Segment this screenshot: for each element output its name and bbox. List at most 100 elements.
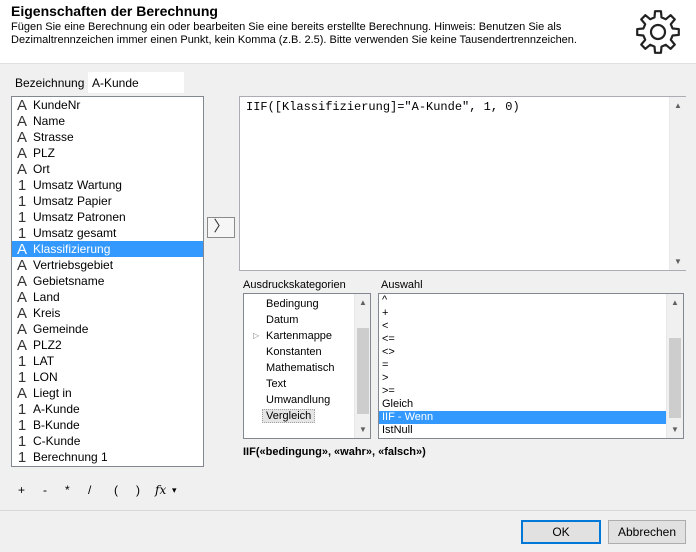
selection-item[interactable]: ^ [379, 294, 683, 307]
number-type-icon: 1 [17, 401, 27, 418]
name-input[interactable] [88, 72, 184, 93]
category-label: Datum [266, 314, 299, 326]
text-type-icon: A [16, 273, 27, 290]
field-item[interactable]: 1 Umsatz Wartung [12, 177, 203, 194]
minus-operator-button[interactable]: - [43, 483, 47, 497]
category-label: Kartenmappe [266, 330, 333, 342]
selection-item[interactable]: > [379, 372, 683, 385]
scroll-down-arrow-icon[interactable]: ▼ [670, 253, 686, 270]
field-item[interactable]: 1 Umsatz gesamt [12, 225, 203, 242]
field-item[interactable]: A Klassifizierung [12, 241, 203, 258]
category-item[interactable]: Umwandlung [244, 392, 370, 408]
close-paren-button[interactable]: ) [136, 483, 140, 497]
category-item[interactable]: Vergleich [244, 408, 370, 424]
field-item[interactable]: A Strasse [12, 129, 203, 146]
selection-scrollbar[interactable]: ▲ ▼ [666, 294, 683, 438]
open-paren-button[interactable]: ( [114, 483, 118, 497]
field-label: LAT [33, 354, 55, 368]
selection-item[interactable]: < [379, 320, 683, 333]
field-item[interactable]: A Vertriebsgebiet [12, 257, 203, 274]
chevron-down-icon[interactable]: ▾ [172, 483, 177, 497]
expression-scrollbar[interactable]: ▲ ▼ [669, 97, 686, 270]
number-type-icon: 1 [17, 353, 27, 370]
selection-item[interactable]: IstNull [379, 424, 683, 437]
field-item[interactable]: 1 Berechnung 1 [12, 449, 203, 466]
selection-item[interactable]: Gleich [379, 398, 683, 411]
text-type-icon: A [16, 129, 27, 146]
selection-item[interactable]: IIF - Wenn [379, 411, 683, 424]
field-item[interactable]: A Liegt in [12, 385, 203, 402]
scroll-up-arrow-icon[interactable]: ▲ [355, 294, 370, 311]
field-item[interactable]: A Gebietsname [12, 273, 203, 290]
category-item[interactable]: Datum [244, 312, 370, 328]
selection-item[interactable]: <> [379, 346, 683, 359]
field-label: C-Kunde [33, 434, 81, 448]
scroll-down-arrow-icon[interactable]: ▼ [667, 421, 683, 438]
field-item[interactable]: 1 LAT [12, 353, 203, 370]
function-menu-button[interactable]: fx [155, 483, 166, 497]
field-list[interactable]: A KundeNr A Name A Strasse A PLZ A Ort 1 Umsatz War… [11, 96, 204, 467]
field-item[interactable]: A PLZ2 [12, 337, 203, 354]
field-item[interactable]: 1 B-Kunde [12, 417, 203, 434]
expression-editor[interactable]: IIF([Klassifizierung]="A-Kunde", 1, 0) ▲… [239, 96, 686, 271]
field-item[interactable]: A Ort [12, 161, 203, 178]
field-item[interactable]: A Kreis [12, 305, 203, 322]
insert-field-button[interactable]: 〉 [207, 217, 235, 238]
scroll-thumb[interactable] [669, 338, 681, 418]
category-scrollbar[interactable]: ▲ ▼ [354, 294, 370, 438]
selection-list[interactable]: ^ + < <= <> = > >= Gleich IIF - Wenn IstNull ▲ ▼ [378, 293, 684, 439]
field-item[interactable]: A Name [12, 113, 203, 130]
field-item[interactable]: 1 LON [12, 369, 203, 386]
selection-item[interactable]: + [379, 307, 683, 320]
field-label: KundeNr [33, 98, 81, 112]
number-type-icon: 1 [17, 417, 27, 434]
category-item[interactable]: Text [244, 376, 370, 392]
text-type-icon: A [16, 385, 27, 402]
plus-operator-button[interactable]: + [18, 483, 25, 497]
field-label: Vertriebsgebiet [33, 258, 114, 272]
category-label: Bedingung [266, 298, 319, 310]
cancel-button[interactable]: Abbrechen [608, 520, 686, 544]
dialog-title: Eigenschaften der Berechnung [11, 3, 218, 19]
field-item[interactable]: 1 Umsatz Papier [12, 193, 203, 210]
category-item[interactable]: Konstanten [244, 344, 370, 360]
number-type-icon: 1 [17, 449, 27, 466]
text-type-icon: A [16, 337, 27, 354]
expression-text[interactable]: IIF([Klassifizierung]="A-Kunde", 1, 0) [246, 100, 520, 114]
field-label: A-Kunde [33, 402, 80, 416]
category-list[interactable]: Bedingung Datum ▷ Kartenmappe Konstanten Math… [243, 293, 371, 439]
category-item[interactable]: Mathematisch [244, 360, 370, 376]
scroll-thumb[interactable] [357, 328, 369, 414]
expand-arrow-icon[interactable]: ▷ [253, 328, 259, 344]
field-label: Umsatz Patronen [33, 210, 126, 224]
scroll-up-arrow-icon[interactable]: ▲ [670, 97, 686, 114]
selection-item[interactable]: >= [379, 385, 683, 398]
field-label: Ort [33, 162, 50, 176]
field-item[interactable]: A PLZ [12, 145, 203, 162]
field-item[interactable]: A KundeNr [12, 97, 203, 114]
category-item[interactable]: Bedingung [244, 296, 370, 312]
scroll-up-arrow-icon[interactable]: ▲ [667, 294, 683, 311]
number-type-icon: 1 [17, 369, 27, 386]
selection-item[interactable]: = [379, 359, 683, 372]
multiply-operator-button[interactable]: * [65, 483, 70, 497]
category-label: Vergleich [262, 409, 316, 423]
selection-item[interactable]: <= [379, 333, 683, 346]
scroll-down-arrow-icon[interactable]: ▼ [355, 421, 370, 438]
dialog-hint: Fügen Sie eine Berechnung ein oder bearb… [11, 21, 577, 46]
field-item[interactable]: 1 Umsatz Patronen [12, 209, 203, 226]
field-label: PLZ2 [33, 338, 62, 352]
ok-button[interactable]: OK [521, 520, 601, 544]
category-label: Umwandlung [266, 394, 331, 406]
category-item[interactable]: ▷ Kartenmappe [244, 328, 370, 344]
field-item[interactable]: 1 A-Kunde [12, 401, 203, 418]
field-label: Klassifizierung [33, 242, 111, 256]
categories-label: Ausdruckskategorien [243, 279, 346, 291]
field-item[interactable]: A Land [12, 289, 203, 306]
number-type-icon: 1 [17, 433, 27, 450]
footer-divider [0, 510, 696, 511]
divide-operator-button[interactable]: / [88, 483, 91, 497]
field-item[interactable]: 1 C-Kunde [12, 433, 203, 450]
text-type-icon: A [16, 305, 27, 322]
field-item[interactable]: A Gemeinde [12, 321, 203, 338]
